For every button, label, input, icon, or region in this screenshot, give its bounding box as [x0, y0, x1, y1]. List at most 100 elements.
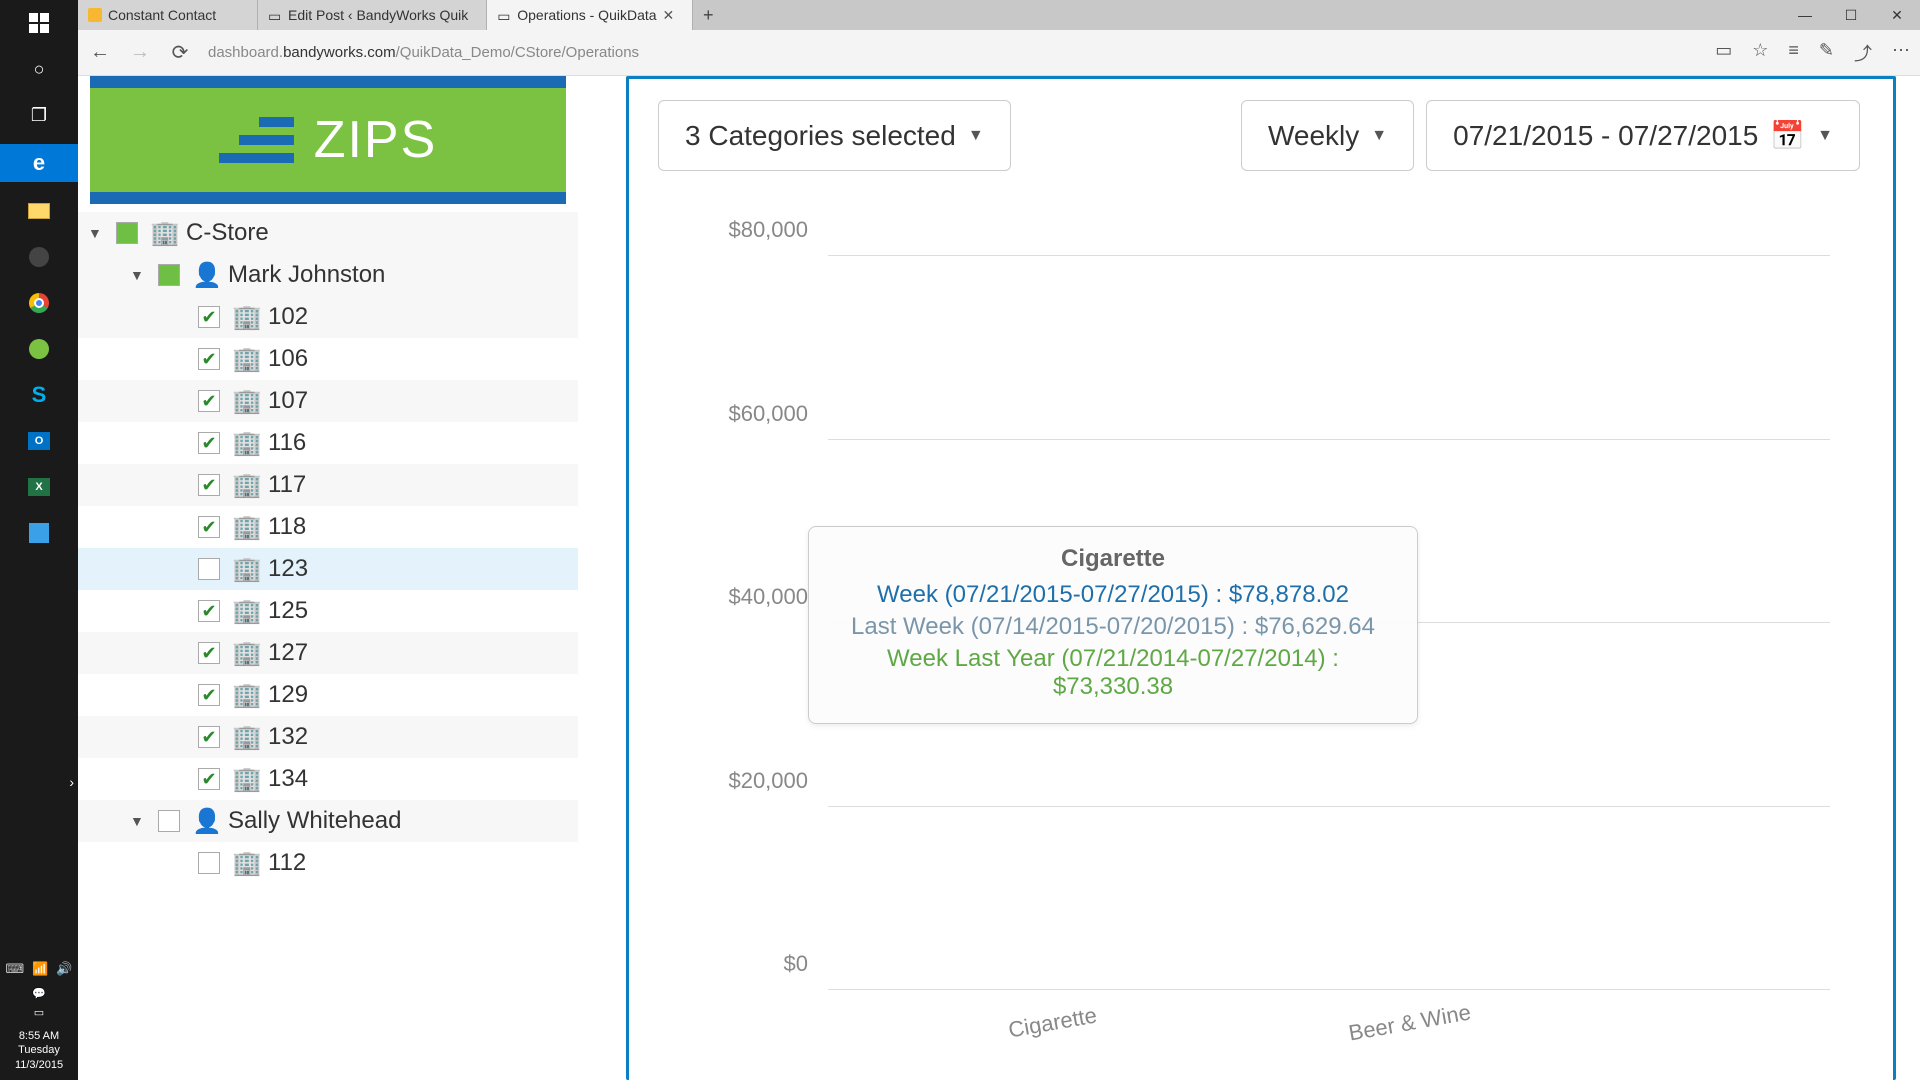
minimize-button[interactable]: —: [1782, 0, 1828, 30]
share-icon[interactable]: ⤴: [1854, 40, 1872, 66]
favorite-icon[interactable]: ☆: [1752, 40, 1768, 66]
checkbox[interactable]: [198, 684, 220, 706]
chart-tooltip: Cigarette Week (07/21/2015-07/27/2015) :…: [808, 526, 1418, 724]
close-window-button[interactable]: ✕: [1874, 0, 1920, 30]
checkbox[interactable]: [198, 600, 220, 622]
checkbox[interactable]: [198, 852, 220, 874]
hub-icon[interactable]: ≡: [1788, 40, 1799, 66]
keyboard-icon[interactable]: ⌨: [5, 961, 24, 977]
skype-icon[interactable]: S: [22, 378, 56, 412]
checkbox[interactable]: [198, 558, 220, 580]
close-tab-icon[interactable]: ✕: [663, 7, 675, 24]
clock-date: 11/3/2015: [15, 1058, 63, 1072]
tree-store[interactable]: 🏢 118: [78, 506, 578, 548]
building-icon: 🏢: [232, 387, 256, 416]
reading-view-icon[interactable]: ▭: [1715, 40, 1732, 66]
tree-store[interactable]: 🏢 132: [78, 716, 578, 758]
forward-button[interactable]: →: [128, 41, 152, 64]
tree-store[interactable]: 🏢 123: [78, 548, 578, 590]
app-icon-3[interactable]: [22, 516, 56, 550]
tree-label: 129: [268, 681, 308, 709]
checkbox[interactable]: [198, 642, 220, 664]
tree-store[interactable]: 🏢 134: [78, 758, 578, 800]
tree-store[interactable]: 🏢 117: [78, 464, 578, 506]
calendar-icon: 📅: [1770, 119, 1805, 152]
new-tab-button[interactable]: +: [693, 0, 723, 30]
tree-store[interactable]: 🏢 127: [78, 632, 578, 674]
main-panel: 3 Categories selected ▼ Weekly ▼ 07/21/2…: [578, 76, 1920, 1080]
app-icon-2[interactable]: [22, 332, 56, 366]
tab-operations[interactable]: ▭ Operations - QuikData ✕: [487, 0, 693, 30]
webnote-icon[interactable]: ✎: [1819, 40, 1834, 66]
caret-down-icon[interactable]: ▼: [88, 225, 104, 241]
checkbox[interactable]: [198, 474, 220, 496]
notification-icon[interactable]: 💬: [32, 987, 46, 1000]
clock-time[interactable]: 8:55 AM: [19, 1029, 59, 1043]
caret-down-icon[interactable]: ▼: [130, 813, 146, 829]
checkbox[interactable]: [198, 348, 220, 370]
browser-window: Constant Contact ▭ Edit Post ‹ BandyWork…: [78, 0, 1920, 1080]
app-icon[interactable]: [22, 240, 56, 274]
tree-store[interactable]: 🏢 129: [78, 674, 578, 716]
tree-manager[interactable]: ▼ 👤 Mark Johnston: [78, 254, 578, 296]
tree-store[interactable]: 🏢 125: [78, 590, 578, 632]
tree-label: 134: [268, 765, 308, 793]
checkbox[interactable]: [198, 390, 220, 412]
chrome-icon[interactable]: [22, 286, 56, 320]
tree-store[interactable]: 🏢 107: [78, 380, 578, 422]
cortana-icon[interactable]: ○: [22, 52, 56, 86]
back-button[interactable]: ←: [88, 41, 112, 64]
tree-store[interactable]: 🏢 102: [78, 296, 578, 338]
checkbox[interactable]: [198, 726, 220, 748]
caret-down-icon[interactable]: ▼: [130, 267, 146, 283]
checkbox[interactable]: [198, 768, 220, 790]
checkbox[interactable]: [158, 264, 180, 286]
maximize-button[interactable]: ☐: [1828, 0, 1874, 30]
refresh-button[interactable]: ⟳: [168, 40, 192, 65]
checkbox[interactable]: [158, 810, 180, 832]
flyout-arrow-icon[interactable]: ›: [69, 774, 74, 790]
categories-dropdown[interactable]: 3 Categories selected ▼: [658, 100, 1011, 171]
building-icon: 🏢: [232, 345, 256, 374]
checkbox[interactable]: [198, 306, 220, 328]
tree-label: 107: [268, 387, 308, 415]
edge-icon[interactable]: e: [0, 144, 78, 182]
tree-store[interactable]: 🏢 116: [78, 422, 578, 464]
volume-icon[interactable]: 🔊: [56, 961, 72, 977]
outlook-icon[interactable]: O: [22, 424, 56, 458]
building-icon: 🏢: [232, 555, 256, 584]
tree-root[interactable]: ▼ 🏢 C-Store: [78, 212, 578, 254]
period-dropdown[interactable]: Weekly ▼: [1241, 100, 1414, 171]
tree-label: 123: [268, 555, 308, 583]
chevron-down-icon: ▼: [968, 127, 984, 145]
more-icon[interactable]: ⋯: [1892, 40, 1910, 66]
building-icon: 🏢: [232, 723, 256, 752]
tree-label: 106: [268, 345, 308, 373]
tab-constant-contact[interactable]: Constant Contact: [78, 0, 258, 30]
wifi-icon[interactable]: 📶: [32, 961, 48, 977]
tree-label: 112: [268, 849, 306, 877]
y-tick-label: $60,000: [728, 401, 808, 427]
tree-label: C-Store: [186, 219, 269, 247]
daterange-picker[interactable]: 07/21/2015 - 07/27/2015 📅 ▼: [1426, 100, 1860, 171]
checkbox[interactable]: [198, 516, 220, 538]
tree-label: 125: [268, 597, 308, 625]
tree-store[interactable]: 🏢 112: [78, 842, 578, 884]
action-center-icon[interactable]: ▭: [34, 1006, 44, 1019]
address-bar[interactable]: dashboard.bandyworks.com/QuikData_Demo/C…: [208, 44, 1699, 61]
x-axis: CigaretteBeer & Wine: [828, 1010, 1830, 1050]
excel-icon[interactable]: X: [22, 470, 56, 504]
tree-store[interactable]: 🏢 106: [78, 338, 578, 380]
checkbox[interactable]: [198, 432, 220, 454]
nav-bar: ← → ⟳ dashboard.bandyworks.com/QuikData_…: [78, 30, 1920, 76]
url-path: /QuikData_Demo/CStore/Operations: [396, 44, 639, 61]
logo-bars-icon: [219, 117, 294, 163]
start-icon[interactable]: [22, 6, 56, 40]
task-view-icon[interactable]: ❐: [22, 98, 56, 132]
checkbox[interactable]: [116, 222, 138, 244]
explorer-icon[interactable]: [22, 194, 56, 228]
tree-manager[interactable]: ▼ 👤 Sally Whitehead: [78, 800, 578, 842]
system-tray[interactable]: ⌨ 📶 🔊: [5, 961, 72, 977]
building-icon: 🏢: [232, 303, 256, 332]
tab-edit-post[interactable]: ▭ Edit Post ‹ BandyWorks Quik: [258, 0, 487, 30]
